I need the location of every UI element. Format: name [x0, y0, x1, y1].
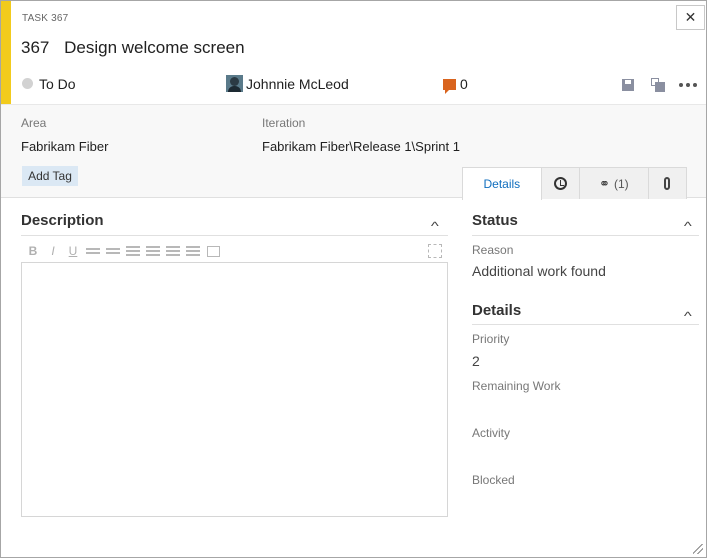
more-actions-button[interactable] [673, 75, 703, 95]
activity-field[interactable] [472, 446, 672, 464]
tab-details[interactable]: Details [462, 167, 542, 200]
priority-label: Priority [472, 332, 510, 346]
comment-icon [443, 78, 456, 94]
add-tag-button[interactable]: Add Tag [22, 166, 78, 186]
status-divider [472, 235, 699, 236]
iteration-field[interactable]: Fabrikam Fiber\Release 1\Sprint 1 [262, 139, 460, 154]
save-and-close-button[interactable] [643, 75, 673, 95]
priority-field[interactable]: 2 [472, 353, 480, 369]
work-item-type-label: TASK 367 [22, 13, 69, 24]
blocked-field[interactable] [472, 493, 672, 511]
rich-text-toolbar: B I U [25, 242, 221, 260]
assigned-to-name: Johnnie McLeod [246, 75, 349, 92]
work-item-title[interactable]: Design welcome screen [64, 38, 244, 57]
description-divider [21, 235, 448, 236]
increase-indent-icon[interactable] [185, 243, 201, 259]
work-item-header: TASK 367 367 Design welcome screen ✕ To … [1, 1, 706, 104]
iteration-label: Iteration [262, 116, 306, 130]
link-icon: ⚭ [599, 175, 610, 191]
bullet-list-icon[interactable] [125, 243, 141, 259]
resize-grip-icon[interactable] [693, 544, 703, 554]
save-button[interactable] [613, 75, 643, 95]
close-icon: ✕ [684, 9, 697, 25]
activity-label: Activity [472, 426, 511, 440]
highlight-icon[interactable] [85, 243, 101, 259]
description-editor[interactable] [21, 262, 448, 517]
details-divider [472, 324, 699, 325]
description-heading: Description [21, 212, 104, 229]
tab-links[interactable]: ⚭ (1) [579, 167, 649, 199]
insert-image-icon[interactable] [205, 243, 221, 259]
remaining-work-field[interactable] [472, 399, 672, 417]
status-collapse-icon[interactable]: ^ [684, 219, 692, 233]
details-collapse-icon[interactable]: ^ [684, 309, 692, 323]
reason-field[interactable]: Additional work found [472, 263, 606, 279]
underline-button[interactable]: U [65, 243, 81, 259]
more-actions-icon [679, 83, 697, 87]
tab-attachments[interactable] [647, 167, 688, 199]
attachment-icon [664, 177, 671, 190]
history-icon [553, 177, 567, 190]
reason-label: Reason [472, 243, 514, 257]
maximize-editor-icon[interactable] [428, 244, 442, 258]
work-item-id: 367 [21, 38, 50, 57]
avatar [226, 75, 243, 92]
discussion-count-button[interactable]: 0 [443, 76, 468, 94]
tab-details-label: Details [483, 177, 521, 191]
close-button[interactable]: ✕ [676, 5, 705, 30]
classification-fields: Area Fabrikam Fiber Iteration Fabrikam F… [1, 104, 706, 200]
blocked-label: Blocked [472, 473, 515, 487]
area-label: Area [21, 116, 47, 130]
status-heading: Status [472, 212, 518, 229]
state-row: To Do Johnnie McLeod 0 [22, 75, 702, 95]
links-count: (1) [613, 176, 629, 191]
decrease-indent-icon[interactable] [165, 243, 181, 259]
description-collapse-icon[interactable]: ^ [431, 219, 439, 233]
area-field[interactable]: Fabrikam Fiber [21, 139, 108, 154]
details-heading: Details [472, 302, 522, 319]
work-item-form: TASK 367 367 Design welcome screen ✕ To … [0, 0, 707, 558]
work-item-type-color-bar [1, 1, 11, 104]
remaining-work-label: Remaining Work [472, 379, 561, 393]
state-indicator-icon [22, 78, 33, 89]
numbered-list-icon[interactable] [145, 243, 161, 259]
title-row: 367 Design welcome screen [21, 38, 245, 58]
italic-button[interactable]: I [45, 243, 61, 259]
font-color-icon[interactable] [105, 243, 121, 259]
assigned-to-field[interactable]: Johnnie McLeod [226, 75, 349, 92]
state-dropdown[interactable]: To Do [39, 76, 76, 92]
save-and-close-icon [651, 78, 665, 92]
bold-button[interactable]: B [25, 243, 41, 259]
save-icon [622, 79, 634, 91]
header-toolbar [613, 75, 703, 95]
form-tabs: Details ⚭ (1) [462, 167, 688, 200]
comment-count: 0 [460, 76, 468, 92]
tab-history[interactable] [540, 167, 581, 199]
